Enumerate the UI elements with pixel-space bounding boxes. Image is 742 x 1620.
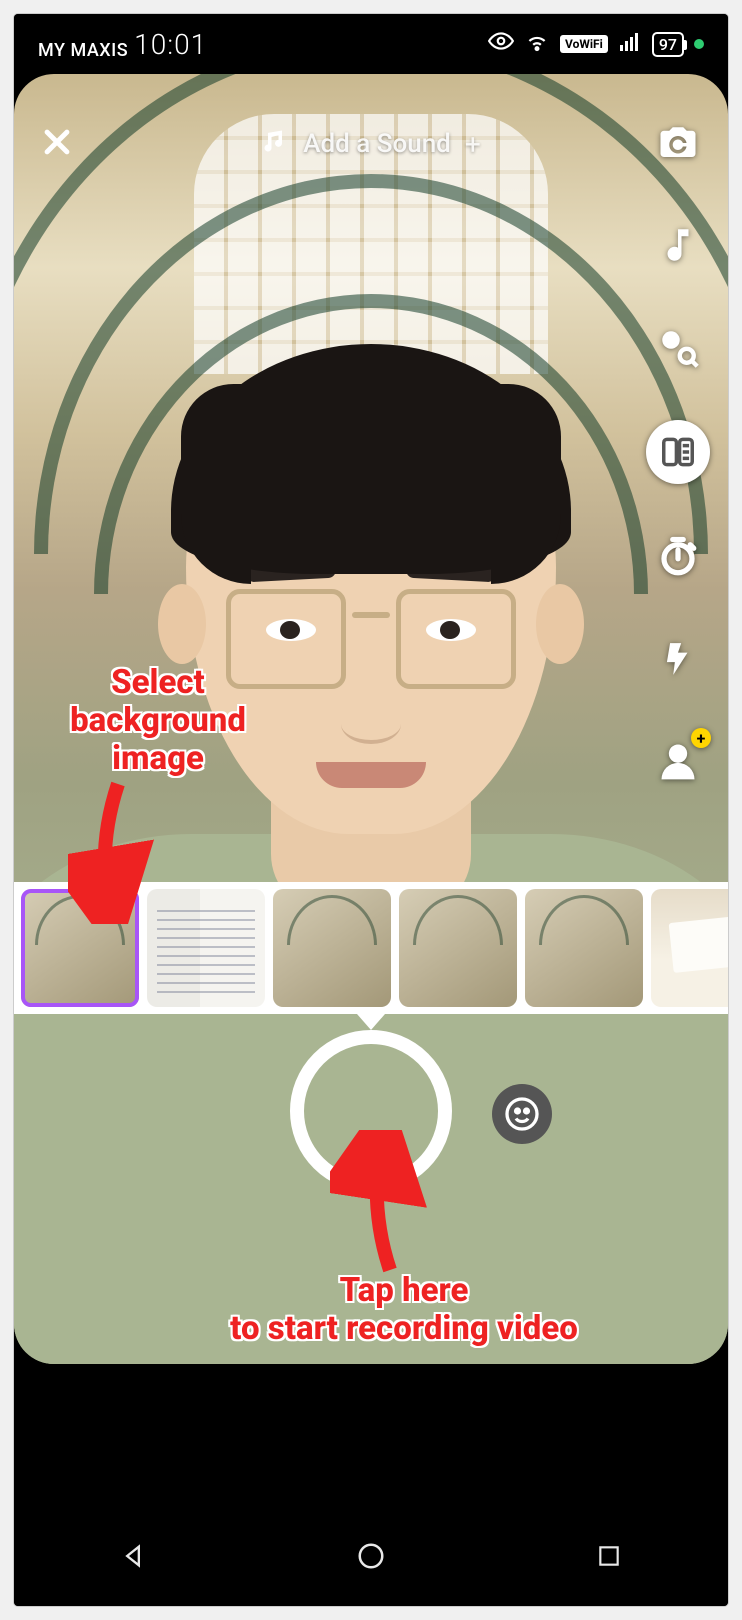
background-thumb[interactable] (273, 889, 391, 1007)
background-thumb[interactable] (147, 889, 265, 1007)
camera-active-dot (694, 39, 704, 49)
background-thumb[interactable] (21, 889, 139, 1007)
device-frame: MY MAXIS 10:01 VoWiFi 97 (14, 14, 728, 1606)
subject-person (31, 374, 711, 1364)
status-bar: MY MAXIS 10:01 VoWiFi 97 (14, 14, 728, 74)
wifi-icon (524, 28, 550, 60)
emoji-button[interactable] (492, 1084, 552, 1144)
greenscreen-button[interactable] (646, 420, 710, 484)
eye-icon (488, 28, 514, 60)
timer-button[interactable] (649, 528, 707, 586)
record-button[interactable] (290, 1030, 452, 1192)
signal-icon (618, 29, 642, 59)
invite-friend-button[interactable]: + (649, 732, 707, 790)
add-sound-label: Add a Sound (303, 129, 451, 159)
background-thumbnail-strip (14, 882, 728, 1014)
background-thumb[interactable] (525, 889, 643, 1007)
close-button[interactable] (40, 118, 74, 170)
flash-button[interactable] (649, 630, 707, 688)
plus-badge-icon: + (691, 728, 711, 748)
home-button[interactable] (351, 1536, 391, 1576)
clock: 10:01 (134, 28, 207, 61)
battery-indicator: 97 (652, 32, 684, 57)
vowifi-badge: VoWiFi (560, 35, 608, 53)
tool-rail: + (646, 114, 710, 790)
plus-icon: + (465, 128, 481, 161)
recents-button[interactable] (589, 1536, 629, 1576)
strip-pointer-icon (357, 1014, 385, 1030)
carrier-label: MY MAXIS (38, 40, 128, 61)
sounds-button[interactable] (649, 216, 707, 274)
system-nav-bar (14, 1506, 728, 1606)
back-button[interactable] (113, 1536, 153, 1576)
background-thumb[interactable] (651, 889, 728, 1007)
flip-camera-button[interactable] (649, 114, 707, 172)
camera-viewfinder: Add a Sound + (14, 74, 728, 1364)
background-thumb[interactable] (399, 889, 517, 1007)
music-note-icon (261, 127, 289, 162)
add-sound-button[interactable]: Add a Sound + (261, 127, 480, 162)
explore-button[interactable] (649, 318, 707, 376)
